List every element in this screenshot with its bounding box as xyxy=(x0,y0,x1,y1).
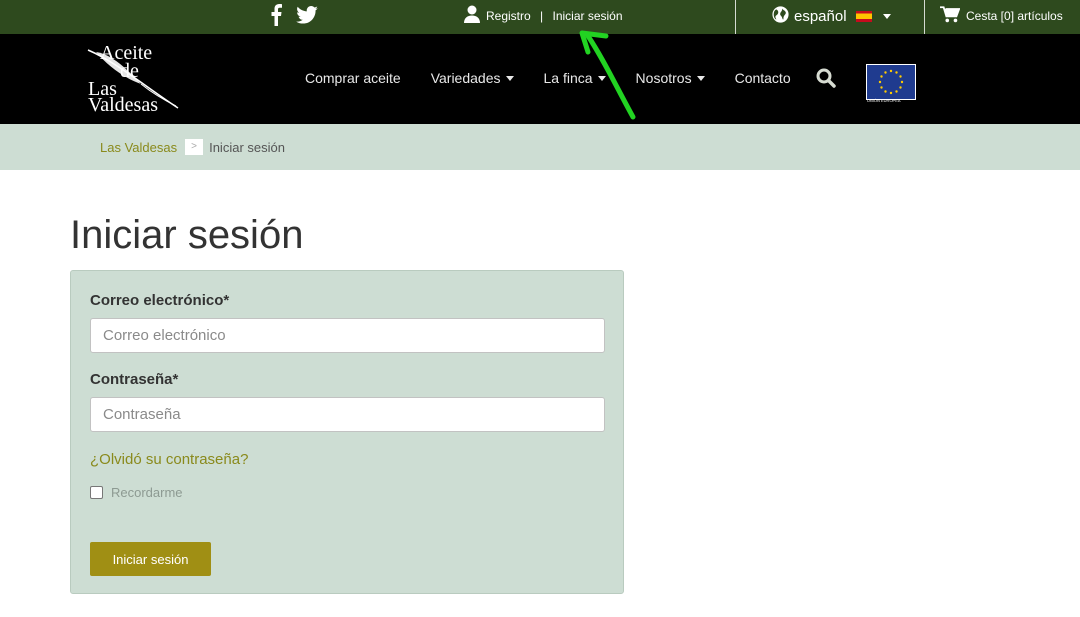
breadcrumb-current: Iniciar sesión xyxy=(209,139,285,155)
login-form: Correo electrónico* Contraseña* ¿Olvidó … xyxy=(70,270,624,594)
twitter-icon[interactable] xyxy=(296,6,318,29)
menu-item-label: Contacto xyxy=(734,70,791,86)
logo-text: Valdesas xyxy=(88,94,158,116)
password-label: Contraseña* xyxy=(90,371,179,388)
login-link[interactable]: Iniciar sesión xyxy=(552,9,622,23)
menu-item-label: Nosotros xyxy=(635,70,692,86)
breadcrumb: Las Valdesas > Iniciar sesión xyxy=(100,139,285,155)
email-input[interactable] xyxy=(90,318,605,353)
divider xyxy=(924,0,925,34)
divider xyxy=(735,0,736,34)
eu-label: UNIÓN EUROPEA xyxy=(867,98,901,103)
page-title: Iniciar sesión xyxy=(70,213,304,257)
cart-link[interactable]: Cesta [0] artículos xyxy=(940,6,1063,26)
chevron-down-icon xyxy=(597,75,606,81)
chevron-down-icon xyxy=(882,14,891,19)
menu-item-label: Comprar aceite xyxy=(305,70,401,86)
menu-item-label: La finca xyxy=(543,70,593,86)
password-input[interactable] xyxy=(90,397,605,432)
search-icon[interactable] xyxy=(816,68,836,93)
menu-item-variedades[interactable]: Variedades xyxy=(431,70,514,86)
chevron-down-icon xyxy=(696,75,705,81)
logo-text: de xyxy=(120,60,139,82)
globe-icon xyxy=(772,6,789,27)
site-logo[interactable]: Aceite de Las Valdesas xyxy=(86,42,182,116)
remember-me: Recordarme xyxy=(90,485,183,500)
cart-label: Cesta [0] artículos xyxy=(966,9,1063,23)
main-navbar: Aceite de Las Valdesas Comprar aceite Va… xyxy=(0,34,1080,124)
remember-checkbox[interactable] xyxy=(90,486,103,499)
menu-item-comprar-aceite[interactable]: Comprar aceite xyxy=(305,70,401,86)
account-links: Registro | Iniciar sesión xyxy=(464,5,623,26)
account-separator: | xyxy=(536,8,547,23)
email-label: Correo electrónico* xyxy=(90,292,230,309)
menu-item-label: Variedades xyxy=(430,70,501,86)
menu-item-nosotros[interactable]: Nosotros xyxy=(636,70,705,86)
breadcrumb-separator: > xyxy=(185,139,204,155)
breadcrumb-home-link[interactable]: Las Valdesas xyxy=(100,140,177,155)
register-link[interactable]: Registro xyxy=(486,9,531,23)
user-icon xyxy=(464,5,480,26)
login-button[interactable]: Iniciar sesión xyxy=(90,542,211,576)
menu-item-contacto[interactable]: Contacto xyxy=(735,70,791,86)
main-menu: Comprar aceite Variedades La finca Nosot… xyxy=(305,70,791,86)
facebook-icon[interactable] xyxy=(270,4,282,31)
remember-label: Recordarme xyxy=(111,485,183,500)
top-bar: Registro | Iniciar sesión español Cesta … xyxy=(0,0,1080,34)
eu-flag-icon xyxy=(866,64,916,100)
language-label: español xyxy=(794,8,847,25)
language-selector[interactable]: español xyxy=(772,6,891,27)
social-links xyxy=(270,4,318,31)
shopping-cart-icon xyxy=(940,6,961,26)
menu-item-la-finca[interactable]: La finca xyxy=(544,70,606,86)
chevron-down-icon xyxy=(505,75,514,81)
forgot-password-link[interactable]: ¿Olvidó su contraseña? xyxy=(90,451,248,468)
breadcrumb-bar: Las Valdesas > Iniciar sesión xyxy=(0,124,1080,170)
spain-flag-icon xyxy=(855,11,872,22)
